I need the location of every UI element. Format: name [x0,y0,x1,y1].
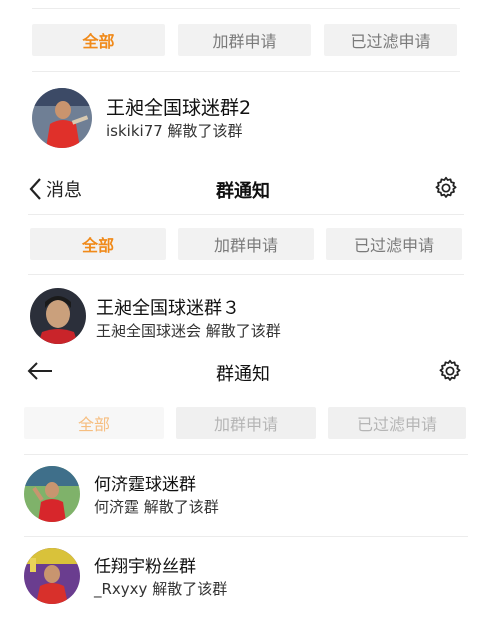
divider [24,454,468,455]
tab-join-requests[interactable]: 加群申请 [176,407,316,439]
tab-filtered-requests[interactable]: 已过滤申请 [328,407,466,439]
avatar [32,88,92,148]
page-title: 群通知 [216,181,270,202]
avatar [24,548,80,604]
tab-all[interactable]: 全部 [32,24,165,56]
group-name: 何济霆球迷群 [94,475,196,495]
notice-message: 何济霆 解散了该群 [94,498,219,516]
back-label: 消息 [46,180,82,201]
tab-join-requests[interactable]: 加群申请 [178,228,314,260]
gear-icon[interactable] [437,358,463,384]
divider [28,214,464,215]
avatar [30,288,86,344]
back-arrow-icon[interactable] [26,360,54,382]
tab-all[interactable]: 全部 [24,407,164,439]
group-name: 王昶全国球迷群３ [96,298,240,319]
notice-message: 王昶全国球迷会 解散了该群 [96,322,281,340]
avatar [24,466,80,522]
notice-message: _Rxyxy 解散了该群 [94,580,228,598]
gear-icon[interactable] [433,175,459,201]
group-name: 任翔宇粉丝群 [94,557,196,577]
tab-bar: 全部 加群申请 已过滤申请 [0,228,492,264]
notice-message: iskiki77 解散了该群 [106,122,243,140]
back-button[interactable]: 消息 [28,176,82,202]
top-divider [32,8,460,9]
tab-join-requests[interactable]: 加群申请 [178,24,311,56]
tab-all[interactable]: 全部 [30,228,166,260]
divider [24,536,468,537]
divider [28,274,464,275]
chevron-left-icon [29,178,41,200]
group-name: 王昶全国球迷群2 [106,97,252,119]
tab-bar: 全部 加群申请 已过滤申请 [0,24,492,60]
tab-filtered-requests[interactable]: 已过滤申请 [326,228,462,260]
tab-bar: 全部 加群申请 已过滤申请 [0,407,492,443]
divider [32,71,460,72]
page-title: 群通知 [216,364,270,385]
tab-filtered-requests[interactable]: 已过滤申请 [324,24,457,56]
